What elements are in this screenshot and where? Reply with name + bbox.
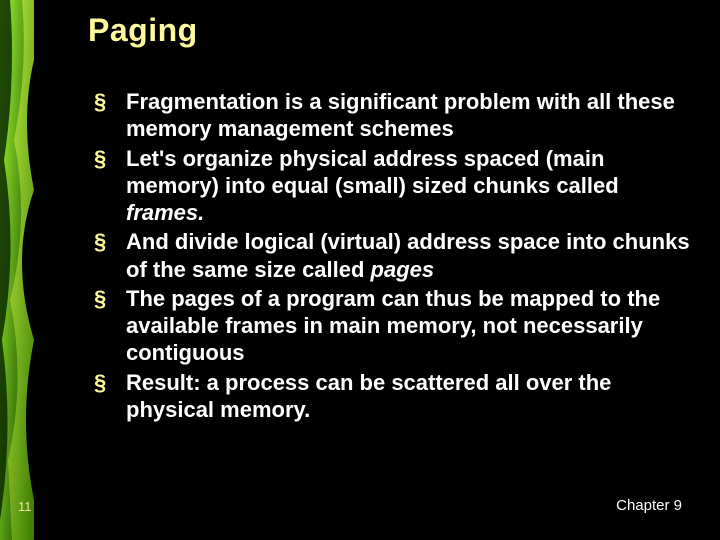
bullet-item: Result: a process can be scattered all o… bbox=[94, 369, 690, 424]
bullet-text: Fragmentation is a significant problem w… bbox=[126, 89, 675, 141]
accent-stripe bbox=[0, 0, 34, 540]
chapter-label: Chapter 9 bbox=[616, 497, 682, 514]
bullet-text: The pages of a program can thus be mappe… bbox=[126, 286, 660, 366]
bullet-item: Fragmentation is a significant problem w… bbox=[94, 88, 690, 143]
bullet-item: Let's organize physical address spaced (… bbox=[94, 145, 690, 227]
bullet-text: Let's organize physical address spaced (… bbox=[126, 146, 619, 198]
bullet-list: Fragmentation is a significant problem w… bbox=[94, 88, 690, 423]
bullet-em: frames. bbox=[126, 200, 204, 225]
slide: Paging Fragmentation is a significant pr… bbox=[0, 0, 720, 540]
bullet-item: The pages of a program can thus be mappe… bbox=[94, 285, 690, 367]
slide-body: Fragmentation is a significant problem w… bbox=[94, 88, 690, 425]
bullet-item: And divide logical (virtual) address spa… bbox=[94, 228, 690, 283]
slide-title: Paging bbox=[88, 12, 198, 49]
page-number: 11 bbox=[18, 499, 32, 514]
bullet-text: Result: a process can be scattered all o… bbox=[126, 370, 611, 422]
bullet-em: pages bbox=[371, 257, 435, 282]
